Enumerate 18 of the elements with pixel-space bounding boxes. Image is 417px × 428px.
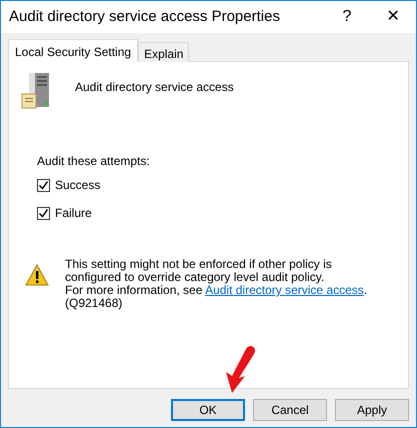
dialog-button[interactable]: Apply [335, 399, 409, 421]
dialog-button[interactable]: Cancel [253, 399, 327, 421]
policy-name: Audit directory service access [75, 79, 234, 96]
section-label: Audit these attempts: [37, 153, 151, 170]
checkbox-label: Failure [55, 205, 92, 222]
window-title: Audit directory service access Properties [9, 6, 281, 27]
arrow-drawing [223, 344, 257, 394]
close-button[interactable]: ✕ [370, 1, 416, 33]
warning-text: This setting might not be enforced if other policy is configured to override category level audit policy. For more information, see Audit directory service access. (Q921468) [65, 258, 368, 310]
help-button[interactable]: ? [324, 1, 370, 33]
help-link[interactable]: Audit directory service access [205, 283, 364, 297]
tab[interactable]: Explain [138, 42, 190, 62]
checkbox-label: Success [55, 177, 100, 194]
tab[interactable]: Local Security Setting [8, 39, 138, 62]
checkbox[interactable] [37, 178, 50, 192]
warning-icon [25, 264, 49, 286]
checkbox[interactable] [37, 206, 50, 220]
dialog-button[interactable]: OK [171, 399, 245, 421]
